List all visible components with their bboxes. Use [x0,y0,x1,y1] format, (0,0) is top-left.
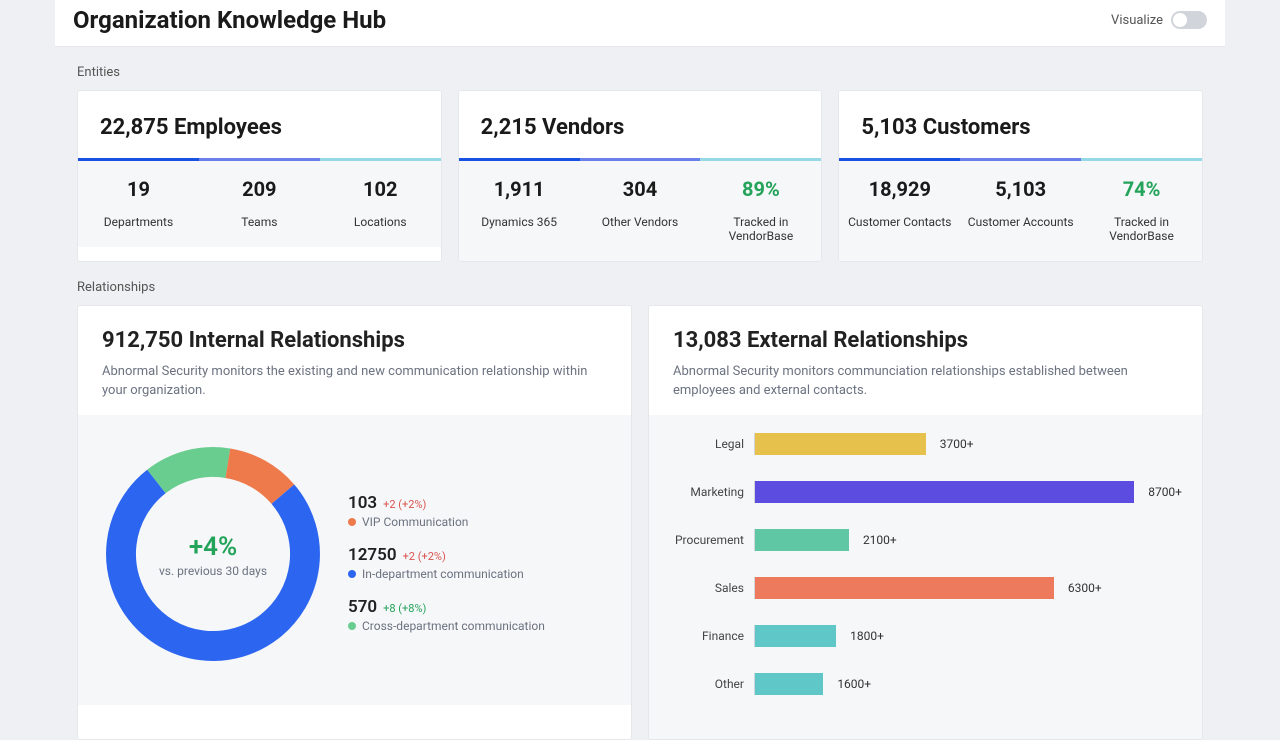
hbar-value: 3700+ [940,437,974,451]
legend-item: 570 +8 (+8%) Cross-department communicatio… [348,597,611,633]
legend-delta: +2 (+2%) [383,498,426,511]
entity-subcol-label: Customer Accounts [964,215,1077,229]
entity-subcol: 18,929 Customer Contacts [839,158,960,261]
entity-subcol-value: 1,911 [463,177,576,201]
entity-card-title: 2,215 Vendors [481,115,800,140]
internal-donut-legend: 103 +2 (+2%) VIP Communication 12750 +2 (+2%… [348,433,611,649]
entity-subcol-value: 89% [704,177,817,201]
entity-subcol-value: 74% [1085,177,1198,201]
entity-subcol-label: Tracked in VendorBase [1085,215,1198,243]
entity-subcol: 19 Departments [78,158,199,247]
external-bar-chart: Legal 3700+ Marketing 8700+ Procurement 2100+… [649,415,1202,739]
page-header: Organization Knowledge Hub Visualize [55,0,1225,47]
donut-center-sub: vs. previous 30 days [159,564,267,578]
entity-subcol: 102 Locations [320,158,441,247]
visualize-toggle-wrap: Visualize [1111,11,1207,29]
hbar-value: 1600+ [837,677,871,691]
entity-subcol-label: Locations [324,215,437,229]
hbar-fill [755,481,1134,503]
hbar-fill [755,529,849,551]
entity-subcol: 304 Other Vendors [580,158,701,261]
legend-item: 12750 +2 (+2%) In-department communication [348,545,611,581]
hbar-row: Finance 1800+ [669,625,1182,647]
hbar-row: Other 1600+ [669,673,1182,695]
hbar-row: Legal 3700+ [669,433,1182,455]
legend-value: 103 [348,493,377,513]
legend-value: 12750 [348,545,397,565]
entity-card[interactable]: 2,215 Vendors 1,911 Dynamics 365 304 Other V… [458,90,823,262]
hbar-fill [755,625,836,647]
entity-subcol-label: Teams [203,215,316,229]
hbar-fill [755,673,823,695]
legend-dot-icon [348,518,356,526]
hbar-category: Finance [669,629,744,643]
hbar-fill [755,433,926,455]
external-relationships-title: 13,083 External Relationships [673,328,1178,353]
hbar-row: Marketing 8700+ [669,481,1182,503]
hbar-category: Marketing [669,485,744,499]
legend-value: 570 [348,597,377,617]
hbar-row: Sales 6300+ [669,577,1182,599]
entity-subcol: 89% Tracked in VendorBase [700,158,821,261]
legend-delta: +2 (+2%) [403,550,446,563]
entity-subcol-label: Departments [82,215,195,229]
hbar-category: Procurement [669,533,744,547]
entity-subcol-value: 209 [203,177,316,201]
external-relationships-panel: 13,083 External Relationships Abnormal S… [648,305,1203,740]
entity-card[interactable]: 5,103 Customers 18,929 Customer Contacts 5,… [838,90,1203,262]
entity-subcol-label: Other Vendors [584,215,697,229]
hbar-value: 6300+ [1068,581,1102,595]
internal-donut-chart: +4% vs. previous 30 days [98,433,328,673]
legend-dot-icon [348,622,356,630]
entity-cards-row: 22,875 Employees 19 Departments 209 Teams 102… [55,90,1225,262]
entities-section-label: Entities [55,47,1225,90]
entity-subcol-value: 304 [584,177,697,201]
visualize-toggle[interactable] [1171,11,1207,29]
legend-label: In-department communication [348,567,611,581]
hbar-category: Legal [669,437,744,451]
entity-card-title: 22,875 Employees [100,115,419,140]
legend-label: Cross-department communication [348,619,611,633]
internal-relationships-desc: Abnormal Security monitors the existing … [102,363,607,401]
page-title: Organization Knowledge Hub [73,6,386,34]
entity-card-title: 5,103 Customers [861,115,1180,140]
external-relationships-desc: Abnormal Security monitors communciation… [673,363,1178,401]
hbar-value: 1800+ [850,629,884,643]
entity-subcol-value: 5,103 [964,177,1077,201]
hbar-category: Other [669,677,744,691]
legend-item: 103 +2 (+2%) VIP Communication [348,493,611,529]
entity-subcol: 74% Tracked in VendorBase [1081,158,1202,261]
entity-subcol-value: 18,929 [843,177,956,201]
relationships-section-label: Relationships [55,262,1225,305]
legend-delta: +8 (+8%) [383,602,426,615]
hbar-row: Procurement 2100+ [669,529,1182,551]
entity-subcol-value: 19 [82,177,195,201]
legend-dot-icon [348,570,356,578]
legend-label: VIP Communication [348,515,611,529]
hbar-value: 2100+ [863,533,897,547]
entity-subcol-label: Customer Contacts [843,215,956,229]
visualize-label: Visualize [1111,13,1163,28]
hbar-fill [755,577,1054,599]
entity-subcol-label: Tracked in VendorBase [704,215,817,243]
entity-subcol: 5,103 Customer Accounts [960,158,1081,261]
donut-center-value: +4% [159,532,267,562]
entity-subcol-label: Dynamics 365 [463,215,576,229]
internal-relationships-panel: 912,750 Internal Relationships Abnormal … [77,305,632,740]
entity-card[interactable]: 22,875 Employees 19 Departments 209 Teams 102… [77,90,442,262]
entity-subcol: 1,911 Dynamics 365 [459,158,580,261]
entity-subcol-value: 102 [324,177,437,201]
hbar-value: 8700+ [1148,485,1182,499]
entity-subcol: 209 Teams [199,158,320,247]
hbar-category: Sales [669,581,744,595]
internal-relationships-title: 912,750 Internal Relationships [102,328,607,353]
